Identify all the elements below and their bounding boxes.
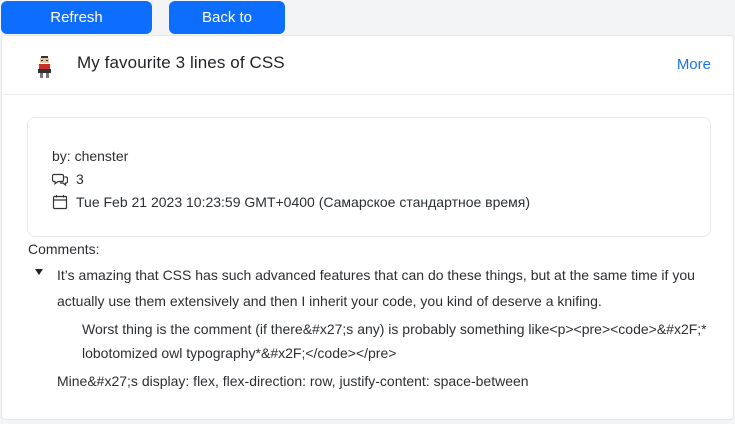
calendar-icon (52, 195, 68, 210)
author-row: by: chenster (52, 148, 128, 164)
caret-down-icon[interactable] (35, 269, 43, 275)
post-info-box: by: chenster 3 Tue Feb 21 2023 10:23:59 … (27, 117, 711, 237)
post-title: My favourite 3 lines of CSS (77, 53, 285, 72)
comment-reply: Worst thing is the comment (if there&#x2… (82, 321, 707, 361)
comments-heading: Comments: (28, 241, 100, 257)
card-header: My favourite 3 lines of CSS More (2, 36, 733, 95)
refresh-comments-button[interactable]: Refresh comments (1, 1, 152, 59)
more-link[interactable]: More (677, 56, 711, 73)
author-text: by: chenster (52, 148, 129, 164)
comment-item: It’s amazing that CSS has such advanced … (57, 267, 695, 309)
news-card: My favourite 3 lines of CSS More by: che… (1, 35, 734, 420)
comment-count: 3 (76, 171, 84, 187)
back-to-news-button[interactable]: Back to news (169, 1, 285, 59)
date-row: Tue Feb 21 2023 10:23:59 GMT+0400 (Самар… (52, 194, 530, 210)
comment-item: Mine&#x27;s display: flex, flex-directio… (57, 373, 529, 389)
post-date: Tue Feb 21 2023 10:23:59 GMT+0400 (Самар… (76, 194, 531, 210)
pixel-avatar-icon (38, 56, 51, 78)
comment-count-row: 3 (52, 171, 84, 187)
chat-bubbles-icon (52, 173, 68, 187)
